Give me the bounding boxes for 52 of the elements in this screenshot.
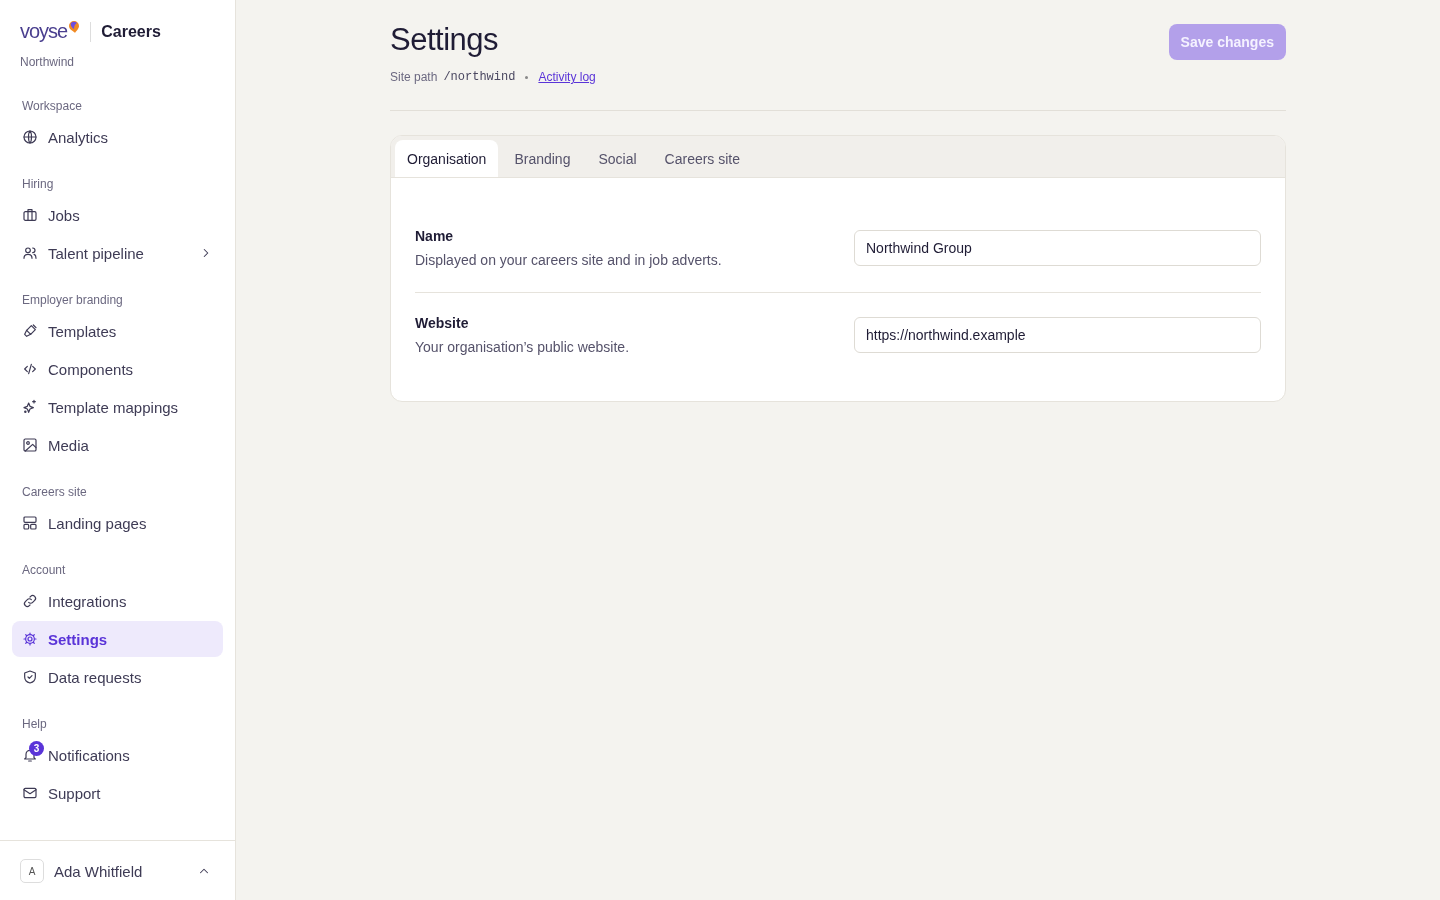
tab[interactable]: Organisation xyxy=(395,140,499,177)
avatar: A xyxy=(20,859,44,883)
nav-item[interactable]: Landing pages xyxy=(12,505,223,541)
site-path: /northwind xyxy=(443,70,516,84)
mail-icon xyxy=(22,785,38,801)
section-label: Careers site xyxy=(21,484,88,501)
sparkles-icon xyxy=(22,399,38,415)
nav-item[interactable]: Components xyxy=(12,351,223,387)
field-description: Displayed on your careers site and in job adverts. xyxy=(415,252,722,268)
activity-log-link[interactable]: Activity log xyxy=(538,70,596,84)
input-field[interactable]: Northwind Group xyxy=(854,230,1261,266)
brush-icon xyxy=(22,323,38,339)
nav-item[interactable]: Support xyxy=(12,775,223,811)
image-icon xyxy=(22,437,38,453)
nav-item[interactable]: Settings xyxy=(12,621,223,657)
nav-item[interactable]: Template mappings xyxy=(12,389,223,425)
nav-item[interactable]: Jobs xyxy=(12,197,223,233)
field-label: Name xyxy=(415,228,455,244)
notification-badge: 3 xyxy=(29,741,44,756)
nav-item[interactable]: Media xyxy=(12,427,223,463)
settings-icon xyxy=(22,631,38,647)
nav-item[interactable]: Talent pipeline xyxy=(12,235,223,271)
nav-item[interactable]: 3 Notifications xyxy=(12,737,223,773)
nav-item[interactable]: Integrations xyxy=(12,583,223,619)
section-label: Account xyxy=(21,562,67,579)
user-menu[interactable]: A Ada Whitfield xyxy=(20,851,215,891)
code-icon xyxy=(22,361,38,377)
link-icon xyxy=(22,593,38,609)
product-name: Careers xyxy=(101,22,161,41)
site-path-label: Site path xyxy=(390,70,438,84)
section-label: Help xyxy=(21,716,48,733)
tab[interactable]: Careers site xyxy=(652,140,753,177)
field-label: Website xyxy=(415,315,470,331)
section-label: Workspace xyxy=(21,98,83,115)
globe-icon xyxy=(22,129,38,145)
logo[interactable]: voyse xyxy=(20,20,81,43)
tab[interactable]: Branding xyxy=(502,140,583,177)
shield-icon xyxy=(22,669,38,685)
nav-item[interactable]: Data requests xyxy=(12,659,223,695)
briefcase-icon xyxy=(22,207,38,223)
users-icon xyxy=(22,245,38,261)
input-field[interactable]: https://northwind.example xyxy=(854,317,1261,353)
tab[interactable]: Social xyxy=(586,140,649,177)
layout-icon xyxy=(22,515,38,531)
field-description: Your organisation’s public website. xyxy=(415,339,630,355)
separator-dot xyxy=(525,75,529,79)
section-label: Hiring xyxy=(21,176,55,193)
section-label: Employer branding xyxy=(21,292,124,309)
nav-item[interactable]: Analytics xyxy=(12,119,223,155)
page-title: Settings xyxy=(390,22,499,58)
nav-item[interactable]: Templates xyxy=(12,313,223,349)
organisation-name: Northwind xyxy=(20,55,76,69)
